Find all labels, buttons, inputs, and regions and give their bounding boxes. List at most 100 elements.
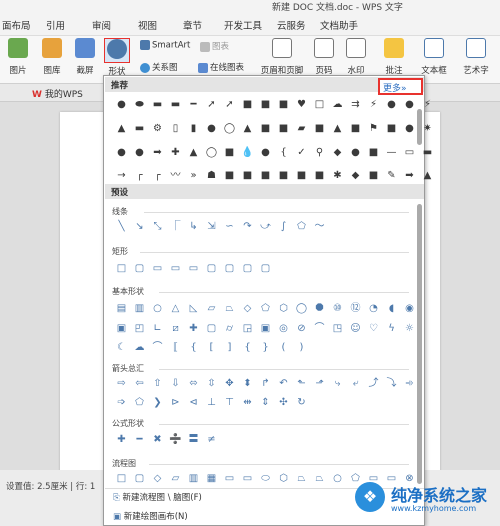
pentagon-arrow-shape-icon[interactable]: ⬠ [132, 397, 147, 409]
left-callout-arrow-shape-icon[interactable]: ⊲ [186, 397, 201, 409]
menu-review[interactable]: 审阅 [92, 18, 111, 32]
elbow-double-arrow-shape-icon[interactable]: ⇲ [204, 221, 219, 233]
flag-shape-icon[interactable]: ⚑ [366, 123, 381, 135]
triangle-shape-icon[interactable]: ▲ [186, 147, 201, 159]
u-turn-arrow-shape-icon[interactable]: ↶ [276, 378, 291, 390]
triangle-shape-icon[interactable]: ▲ [420, 170, 435, 182]
rect-shape-icon[interactable]: ■ [348, 123, 363, 135]
striped-arrow-shape-icon[interactable]: ➾ [402, 378, 417, 390]
diagonal-stripe-shape-icon[interactable]: ⧄ [168, 323, 183, 335]
line-shape-icon[interactable]: — [384, 147, 399, 159]
corner-shape-icon[interactable]: ┌ [132, 170, 147, 182]
plus-shape-icon[interactable]: ✚ [114, 434, 129, 446]
arrow-shape-icon[interactable]: ➚ [204, 99, 219, 111]
double-brace-shape-icon[interactable]: { [186, 342, 201, 354]
star-shape-icon[interactable]: ✱ [330, 170, 345, 182]
block-arc-shape-icon[interactable]: ⌒ [312, 323, 327, 335]
right-callout-arrow-shape-icon[interactable]: ⊳ [168, 397, 183, 409]
rect-shape-icon[interactable]: ■ [366, 170, 381, 182]
notched-arrow-shape-icon[interactable]: ➩ [114, 397, 129, 409]
rect-shape-icon[interactable]: ■ [366, 147, 381, 159]
cross-shape-icon[interactable]: ✚ [186, 323, 201, 335]
curve-double-arrow-shape-icon[interactable]: ⤻ [258, 221, 273, 233]
hexagon-shape-icon[interactable]: ⬡ [276, 303, 291, 315]
curved-right-arrow-shape-icon[interactable]: ⤷ [330, 378, 345, 390]
monitor-shape-icon[interactable]: ▭ [402, 147, 417, 159]
triangle-shape-icon[interactable]: △ [168, 303, 183, 315]
triangle-shape-icon[interactable]: ▲ [240, 123, 255, 135]
document-shape-icon[interactable]: ▭ [222, 473, 237, 485]
data-shape-icon[interactable]: ▱ [168, 473, 183, 485]
right-bracket-shape-icon[interactable]: ] [222, 342, 237, 354]
online-chart-button[interactable]: 在线图表 [198, 61, 244, 73]
heart-shape-icon[interactable]: ♡ [366, 323, 381, 335]
down-arrow-shape-icon[interactable]: ⇩ [168, 378, 183, 390]
left-arrow-shape-icon[interactable]: ⇦ [132, 378, 147, 390]
round-rect-shape-icon[interactable]: ▢ [204, 263, 219, 275]
double-bracket-shape-icon[interactable]: ⟦ [168, 342, 183, 354]
left-up-arrow-shape-icon[interactable]: ⬑ [294, 378, 309, 390]
circle-shape-icon[interactable]: ● [114, 147, 129, 159]
diamond-shape-icon[interactable]: ◆ [330, 147, 345, 159]
scribble-shape-icon[interactable]: 〜 [312, 221, 327, 233]
half-frame-shape-icon[interactable]: ◰ [132, 323, 147, 335]
people-shape-icon[interactable]: ☗ [204, 170, 219, 182]
ud-callout-arrow-shape-icon[interactable]: ⇕ [258, 397, 273, 409]
decision-shape-icon[interactable]: ◇ [150, 473, 165, 485]
line-shape-icon[interactable]: ╲ [114, 221, 129, 233]
callout-shape-icon[interactable]: ▬ [150, 99, 165, 111]
process-shape-icon[interactable]: □ [114, 473, 129, 485]
minus-shape-icon[interactable]: ━ [132, 434, 147, 446]
multiply-shape-icon[interactable]: ✖ [150, 434, 165, 446]
comment-button[interactable]: 批注 [382, 38, 406, 76]
left-paren-shape-icon[interactable]: ( [276, 342, 291, 354]
round-rect-shape-icon[interactable]: ▢ [240, 263, 255, 275]
menu-section[interactable]: 章节 [183, 18, 202, 32]
rect-shape-icon[interactable]: ▬ [420, 147, 435, 159]
ring-shape-icon[interactable]: ◯ [222, 123, 237, 135]
snip-rect-shape-icon[interactable]: ▭ [168, 263, 183, 275]
circle-shape-icon[interactable]: ● [132, 147, 147, 159]
menu-developer[interactable]: 开发工具 [224, 18, 262, 32]
watermark-button[interactable]: 水印 [342, 38, 370, 76]
arrow-shape-icon[interactable]: ➡ [402, 170, 417, 182]
rect-shape-icon[interactable]: ■ [276, 170, 291, 182]
bevel-shape-icon[interactable]: ▣ [258, 323, 273, 335]
teardrop-shape-icon[interactable]: ◉ [402, 303, 417, 315]
up-down-arrow-shape-icon[interactable]: ⇳ [204, 378, 219, 390]
gallery-button[interactable]: 图库 [40, 38, 64, 76]
circle-shape-icon[interactable]: ● [402, 123, 417, 135]
divide-shape-icon[interactable]: ➗ [168, 434, 183, 446]
rect-shape-icon[interactable]: ■ [294, 170, 309, 182]
quad-callout-arrow-shape-icon[interactable]: ✣ [276, 397, 291, 409]
up-callout-arrow-shape-icon[interactable]: ⊥ [204, 397, 219, 409]
menu-page-layout[interactable]: 面布局 [2, 18, 31, 32]
circle-shape-icon[interactable]: ● [384, 99, 399, 111]
rect-shape-icon[interactable]: ■ [258, 123, 273, 135]
predefined-shape-icon[interactable]: ▥ [186, 473, 201, 485]
internal-storage-shape-icon[interactable]: ▦ [204, 473, 219, 485]
vertical-textbox-shape-icon[interactable]: ▥ [132, 303, 147, 315]
curved-up-arrow-shape-icon[interactable]: ⤴ [366, 378, 381, 390]
cloud-shape-icon[interactable]: ☁ [132, 342, 147, 354]
preparation-shape-icon[interactable]: ⬡ [276, 473, 291, 485]
decagon-shape-icon[interactable]: ⑩ [330, 303, 345, 315]
edit-shape-icon[interactable]: ✎ [384, 170, 399, 182]
corner-shape-icon[interactable]: ┌ [150, 170, 165, 182]
bent-up-arrow-shape-icon[interactable]: ⬏ [312, 378, 327, 390]
drop-shape-icon[interactable]: 💧 [240, 147, 255, 159]
arrow-shape-icon[interactable]: ➡ [150, 147, 165, 159]
rect-shape-icon[interactable]: ■ [312, 170, 327, 182]
gear-shape-icon[interactable]: ⚙ [150, 123, 165, 135]
curve-arrow-shape-icon[interactable]: ↷ [240, 221, 255, 233]
rect-shape-icon[interactable]: ■ [240, 99, 255, 111]
rect-shape-icon[interactable]: ■ [222, 170, 237, 182]
round-rect-shape-icon[interactable]: ▢ [222, 263, 237, 275]
lightning-shape-icon[interactable]: ϟ [384, 323, 399, 335]
wave-shape-icon[interactable]: 〰 [168, 170, 183, 182]
box-shape-icon[interactable]: ▯ [168, 123, 183, 135]
curved-down-arrow-shape-icon[interactable]: ⤵ [384, 378, 399, 390]
rect-shape-icon[interactable]: ■ [258, 99, 273, 111]
screenshot-button[interactable]: 截屏 [73, 38, 97, 76]
rect-shape-icon[interactable]: ■ [384, 123, 399, 135]
